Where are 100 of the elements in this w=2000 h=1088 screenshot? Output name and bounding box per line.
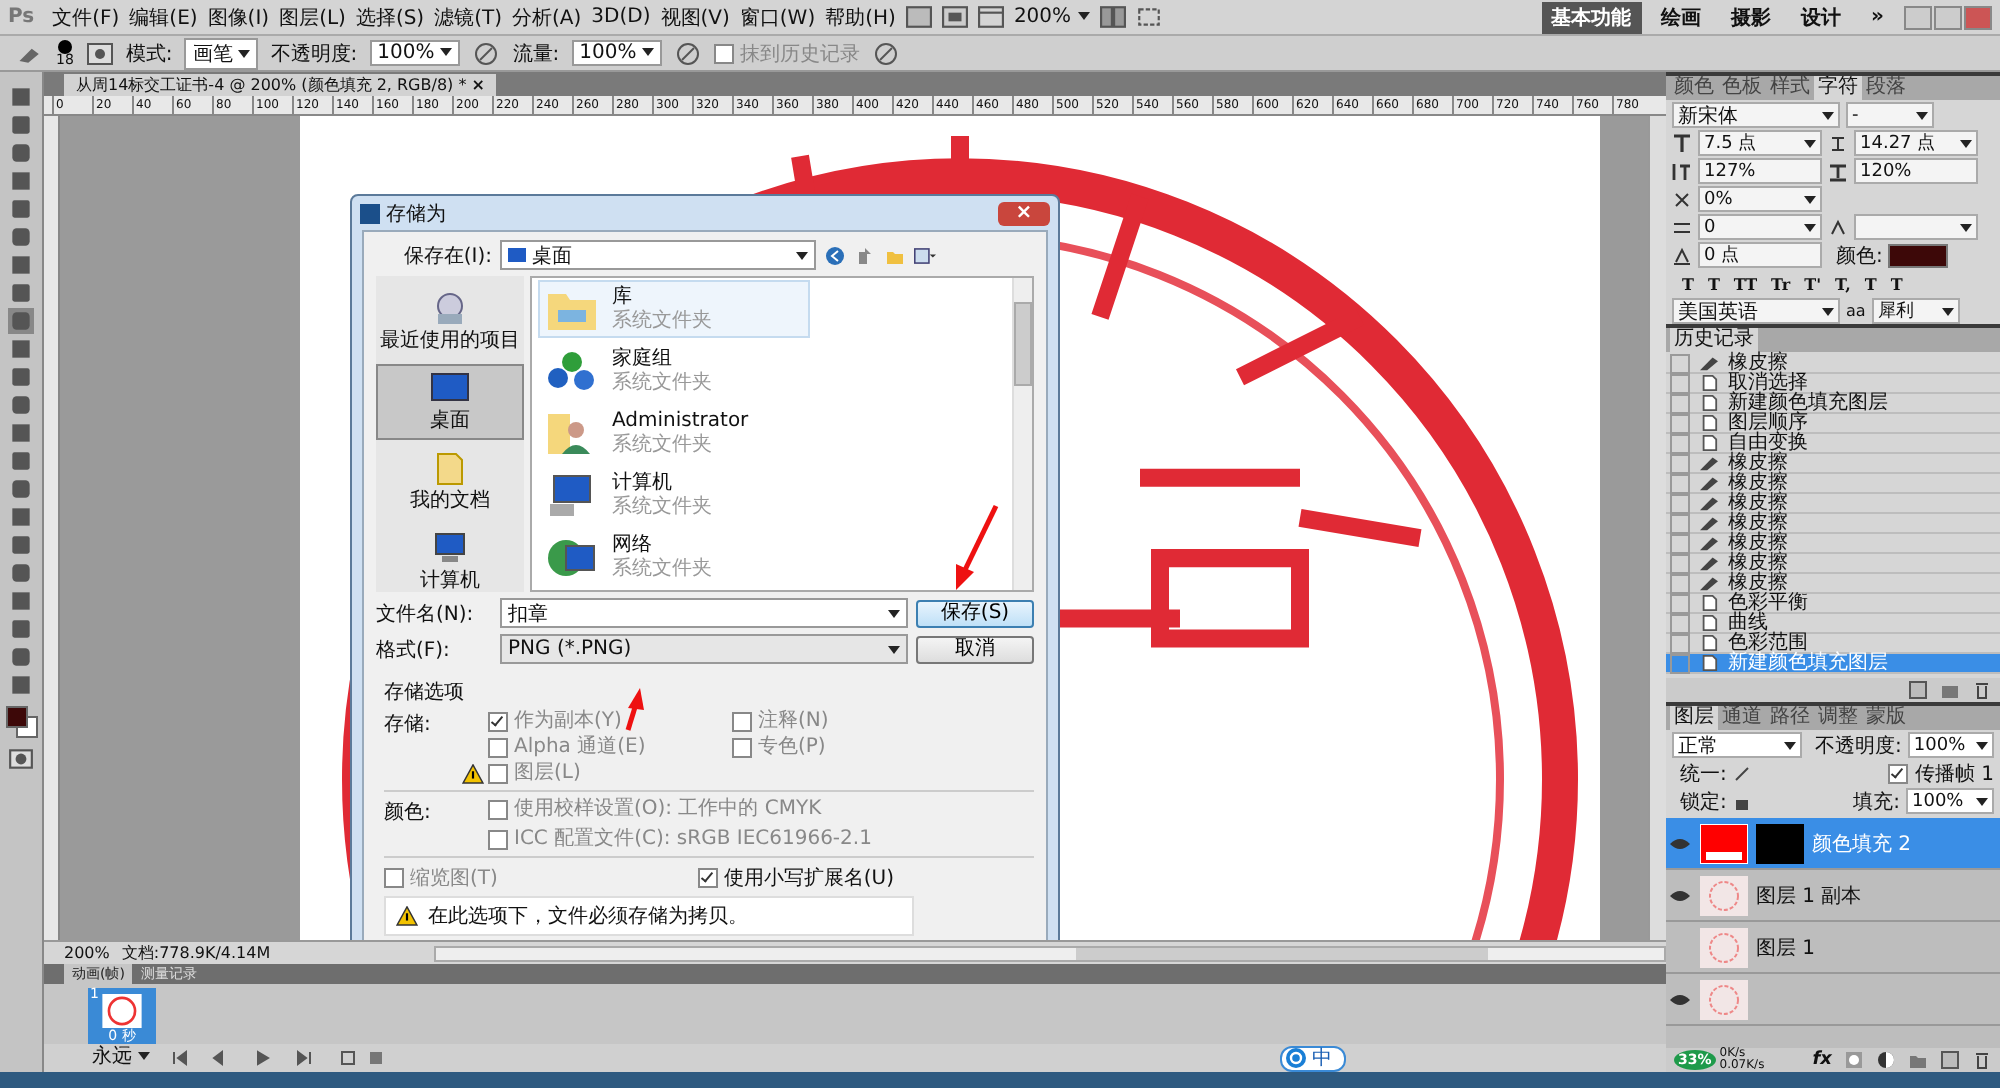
panel-tab[interactable]: 路径	[1766, 706, 1814, 730]
panel-tab[interactable]: 图层	[1670, 706, 1718, 730]
more-workspaces-button[interactable]: »	[1861, 4, 1894, 30]
type-style-button[interactable]: T'	[1804, 273, 1822, 293]
workspace-button[interactable]: 绘画	[1651, 1, 1712, 33]
menu-item[interactable]: 分析(A)	[512, 3, 582, 31]
panel-tab[interactable]: 色板	[1718, 76, 1766, 100]
horizontal-scale-field[interactable]: 120%	[1854, 158, 1978, 184]
text-color-swatch[interactable]	[1888, 243, 1949, 267]
language-dropdown[interactable]: 美国英语	[1672, 298, 1840, 324]
menu-item[interactable]: 视图(V)	[660, 3, 730, 31]
window-controls[interactable]	[1904, 5, 1992, 29]
adjustment-icon[interactable]	[1876, 1050, 1896, 1070]
arrange-documents-icon[interactable]	[1099, 6, 1126, 28]
zoom-level-field[interactable]: 200%	[64, 944, 110, 962]
file-item[interactable]: 库 系统文件夹	[538, 280, 810, 339]
menu-item[interactable]: 3D(D)	[591, 6, 651, 28]
panel-tab[interactable]: 段落	[1862, 76, 1910, 100]
format-dropdown[interactable]: PNG (*.PNG)	[500, 634, 908, 664]
history-item[interactable]: 取消选择	[1666, 374, 2000, 394]
history-item[interactable]: 橡皮擦	[1666, 494, 2000, 514]
history-item[interactable]: 橡皮擦	[1666, 474, 2000, 494]
workspace-button[interactable]: 摄影	[1721, 1, 1782, 33]
tool-icon[interactable]	[8, 224, 34, 250]
close-button[interactable]: ×	[998, 201, 1050, 225]
opacity-field[interactable]: 100%	[1907, 732, 1994, 758]
history-item[interactable]: 图层顺序	[1666, 414, 2000, 434]
file-item[interactable]: Administrator 系统文件夹	[538, 404, 810, 464]
blend-mode-dropdown[interactable]: 正常	[1672, 732, 1802, 758]
screen-mode-icon[interactable]	[1135, 6, 1162, 28]
up-folder-icon[interactable]	[854, 245, 876, 265]
place-item[interactable]: 最近使用的项目	[376, 284, 524, 360]
tool-icon[interactable]	[8, 476, 34, 502]
antialias-dropdown[interactable]: 犀利	[1871, 298, 1960, 324]
tool-icon[interactable]	[8, 336, 34, 362]
scrollbar[interactable]	[433, 945, 1666, 961]
propagate-frame-checkbox[interactable]: 传播帧 1	[1888, 759, 1994, 787]
lowercase-extension-checkbox[interactable]: 使用小写扩展名(U)	[697, 864, 894, 892]
tool-icon[interactable]	[8, 532, 34, 558]
tool-icon[interactable]	[8, 140, 34, 166]
panel-tab[interactable]: 蒙版	[1862, 706, 1910, 730]
new-layer-icon[interactable]	[1940, 1050, 1960, 1070]
opacity-field[interactable]: 100%	[369, 40, 461, 66]
type-style-button[interactable]: T,	[1835, 273, 1851, 293]
layer-row[interactable]: 图层 1	[1666, 922, 2000, 974]
leading-field[interactable]: 14.27 点	[1854, 130, 1978, 156]
history-item[interactable]: 自由变换	[1666, 434, 2000, 454]
history-item[interactable]: 橡皮擦	[1666, 554, 2000, 574]
tracking-field[interactable]: 0	[1698, 214, 1822, 240]
brush-panel-icon[interactable]	[85, 41, 114, 65]
tool-icon[interactable]	[8, 392, 34, 418]
file-item[interactable]: 家庭组 系统文件夹	[538, 342, 810, 401]
input-method-bar[interactable]: 中	[1280, 1045, 1346, 1071]
type-style-button[interactable]: TT	[1733, 273, 1758, 293]
eye-icon[interactable]	[1670, 837, 1690, 849]
panel-tab[interactable]: 历史记录	[1670, 328, 1758, 352]
trash-icon[interactable]	[1972, 1050, 1992, 1070]
font-family-dropdown[interactable]: 新宋体	[1672, 102, 1840, 128]
tool-icon[interactable]	[8, 112, 34, 138]
tool-icon[interactable]	[8, 84, 34, 110]
history-item[interactable]: 新建颜色填充图层	[1666, 394, 2000, 414]
menu-item[interactable]: 图层(L)	[279, 3, 346, 31]
file-item[interactable]: 计算机 系统文件夹	[538, 467, 810, 526]
font-size-field[interactable]: 7.5 点	[1698, 130, 1822, 156]
tool-icon[interactable]	[8, 196, 34, 222]
view-extras-icon[interactable]	[977, 6, 1004, 28]
file-item[interactable]: 网络 系统文件夹	[538, 529, 810, 589]
type-style-button[interactable]: T	[1707, 273, 1720, 293]
history-item[interactable]: 橡皮擦	[1666, 574, 2000, 594]
tsume-field[interactable]: 0%	[1698, 186, 1822, 212]
save-in-dropdown[interactable]: 桌面	[500, 240, 816, 270]
mask-icon[interactable]	[1844, 1050, 1864, 1070]
new-document-icon[interactable]	[1908, 680, 1928, 700]
history-item[interactable]: 曲线	[1666, 614, 2000, 634]
layer-row[interactable]: 图层 1 副本	[1666, 870, 2000, 922]
eye-icon[interactable]	[1670, 889, 1690, 901]
menu-item[interactable]: 图像(I)	[207, 3, 270, 31]
trash-icon[interactable]	[1972, 680, 1992, 700]
menu-item[interactable]: 帮助(H)	[825, 3, 896, 31]
bridge-icon[interactable]	[905, 6, 932, 28]
fill-field[interactable]: 100%	[1906, 788, 1994, 814]
tool-icon[interactable]	[8, 672, 34, 698]
mini-bridge-icon[interactable]	[941, 6, 968, 28]
font-style-dropdown[interactable]: -	[1846, 102, 1934, 128]
eye-icon[interactable]	[1670, 993, 1690, 1005]
zoom-level-dropdown[interactable]: 200%	[1013, 6, 1090, 28]
type-style-button[interactable]: T	[1682, 273, 1694, 293]
tool-icon[interactable]	[8, 504, 34, 530]
tool-icon[interactable]	[8, 280, 34, 306]
view-menu-icon[interactable]	[914, 245, 936, 265]
color-swatches[interactable]	[5, 706, 37, 738]
place-item[interactable]: 我的文档	[376, 444, 524, 520]
save-button[interactable]: 保存(S)	[916, 599, 1034, 627]
kerning-field[interactable]	[1854, 214, 1978, 240]
tool-icon[interactable]	[8, 616, 34, 642]
type-style-button[interactable]: T	[1864, 273, 1877, 293]
workspace-button[interactable]: 设计	[1791, 1, 1852, 33]
vertical-scale-field[interactable]: 127%	[1698, 158, 1822, 184]
flow-field[interactable]: 100%	[571, 40, 663, 66]
history-item[interactable]: 色彩平衡	[1666, 594, 2000, 614]
